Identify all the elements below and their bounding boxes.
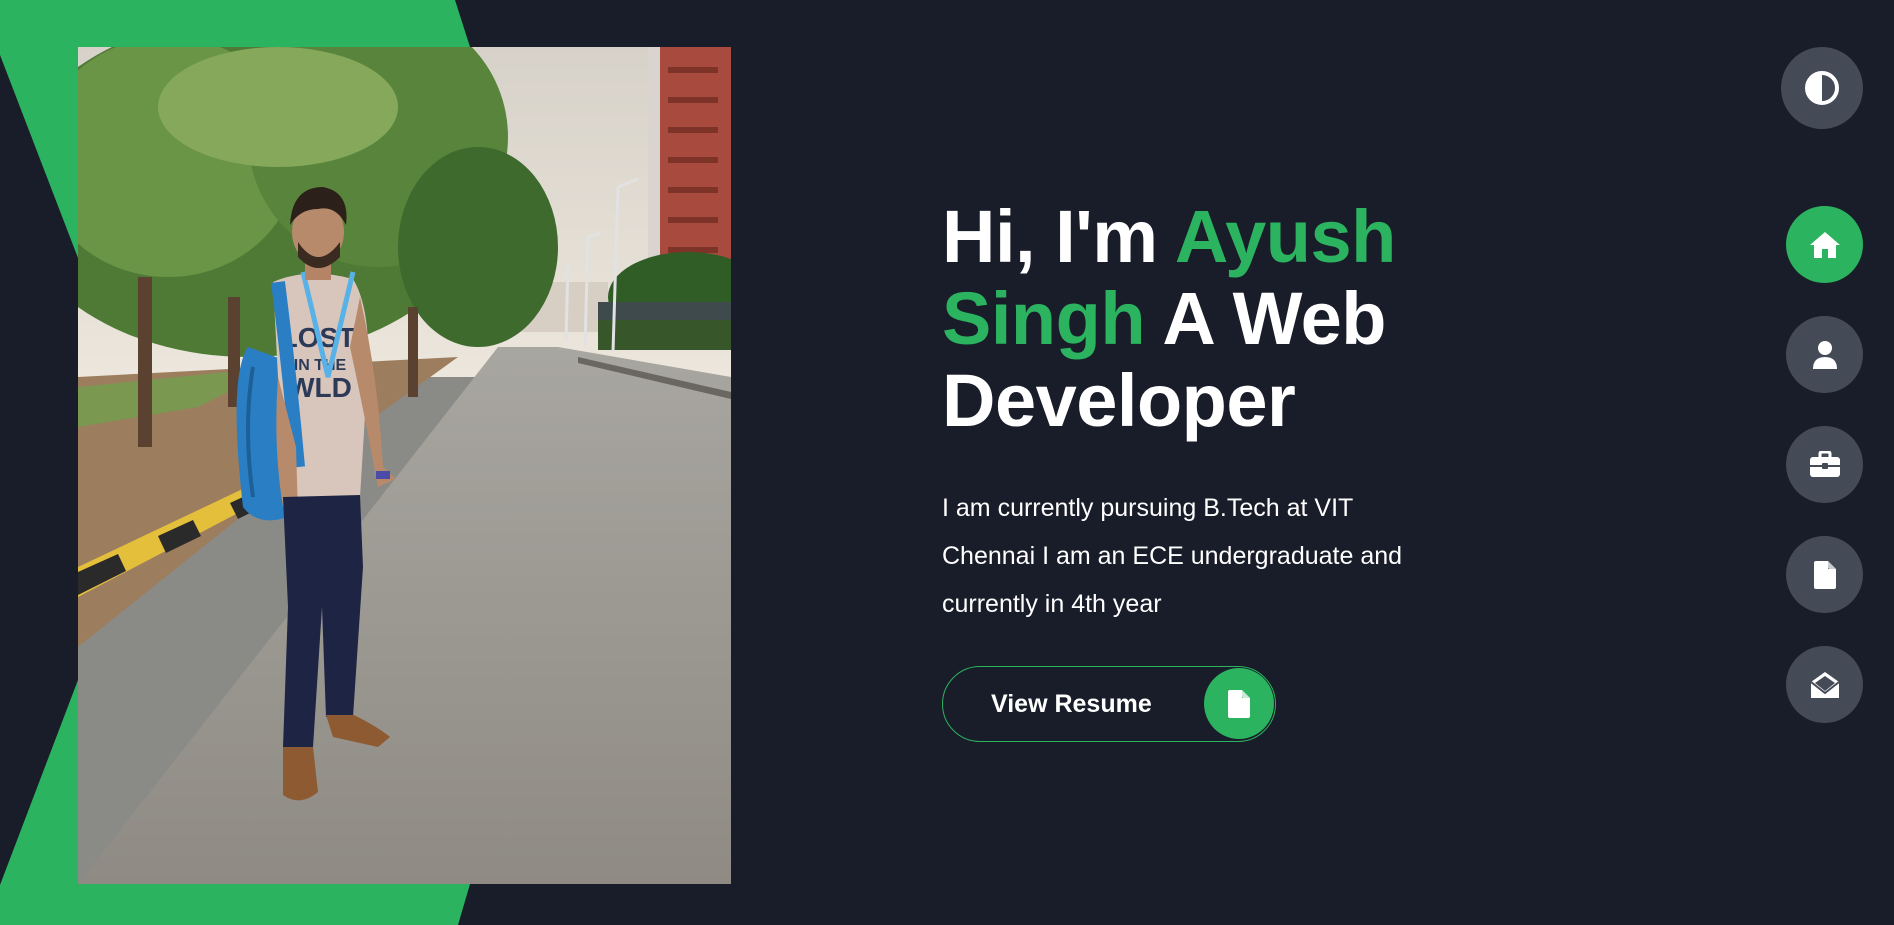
name-last: Singh (942, 277, 1146, 360)
nav-about-button[interactable] (1786, 316, 1863, 393)
theme-toggle-button[interactable] (1781, 47, 1863, 129)
nav-portfolio-button[interactable] (1786, 426, 1863, 503)
contrast-icon (1805, 71, 1839, 105)
page: LOST IN THE WLD Hi, I'm Ayush Singh A Web… (0, 0, 1894, 925)
resume-file-icon (1204, 668, 1274, 739)
user-icon (1812, 340, 1837, 369)
side-navigation (1734, 0, 1894, 925)
greeting-text: Hi, I'm (942, 195, 1175, 278)
nav-home-button[interactable] (1786, 206, 1863, 283)
profile-photo: LOST IN THE WLD (78, 47, 731, 884)
briefcase-icon (1809, 450, 1840, 477)
file-icon (1813, 560, 1836, 589)
name-first: Ayush (1174, 195, 1396, 278)
nav-resume-button[interactable] (1786, 536, 1863, 613)
hero-section: Hi, I'm Ayush Singh A Web Developer I am … (942, 196, 1502, 742)
view-resume-button[interactable]: View Resume (942, 666, 1276, 742)
envelope-open-icon (1809, 671, 1840, 698)
home-icon (1809, 231, 1840, 258)
hero-headline: Hi, I'm Ayush Singh A Web Developer (942, 196, 1502, 442)
nav-contact-button[interactable] (1786, 646, 1863, 723)
view-resume-label: View Resume (991, 689, 1152, 718)
hero-description: I am currently pursuing B.Tech at VIT Ch… (942, 494, 1403, 618)
